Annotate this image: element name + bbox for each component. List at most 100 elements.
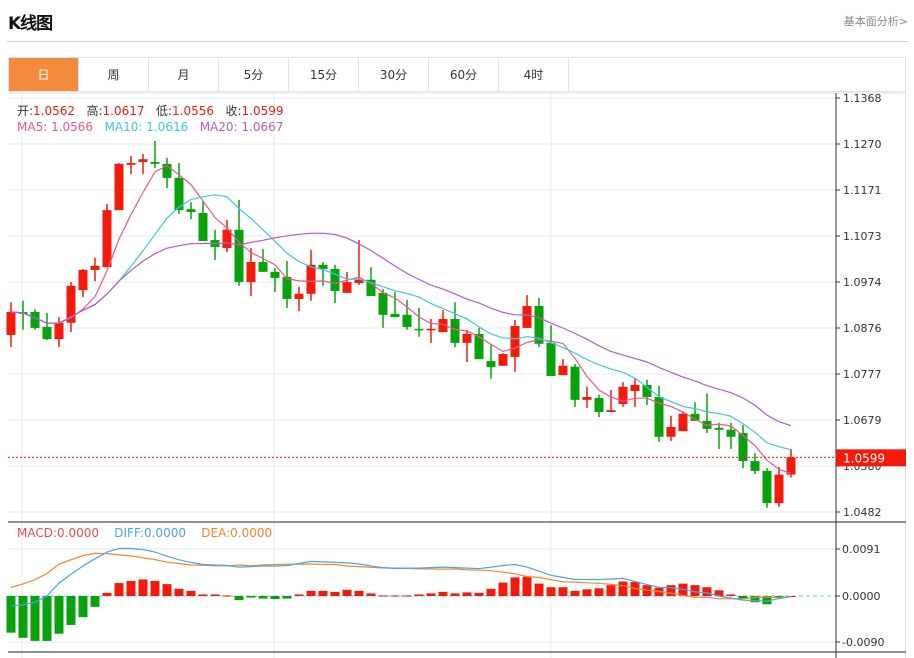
candle-up [426,328,436,331]
macd-bar-positive [570,590,580,596]
candle-up [522,305,532,328]
candle-down [450,319,460,343]
candle-up [678,413,688,432]
macd-bar-positive [726,594,736,596]
candle-up [666,426,676,437]
ma-readout: MA5: 1.0566 MA10: 1.0616 MA20: 1.0667 [17,120,283,134]
macd-bar-negative [42,596,52,641]
ma20-value: 1.0667 [241,120,284,134]
macd-bar-positive [150,581,160,596]
macd-bar-positive [198,594,208,596]
candle-up [246,262,256,283]
macd-bar-positive [690,585,700,596]
macd-bar-positive [354,590,364,596]
candle-down [762,470,772,504]
macd-bar-positive [486,588,496,596]
price-tick-label: 1.0974 [843,276,882,289]
candle-down [390,313,400,318]
candle-down [198,212,208,241]
macd-bar-negative [78,596,88,618]
macd-bar-positive [558,587,568,596]
macd-bar-positive [438,591,448,596]
macd-bar-positive [378,595,388,597]
price-tick-label: 1.1270 [843,138,882,151]
candle-down [186,209,196,213]
candle-down [282,276,292,299]
low-label: 低: [156,104,173,118]
kline-chart[interactable]: 1.1368 1.1270 1.1171 1.1073 1.0974 1.0876 1.07… [0,0,914,658]
price-tick-label: 1.0679 [843,414,882,427]
macd-bar-positive [114,583,124,596]
macd-bar-positive [186,590,196,596]
macd-bar-positive [222,595,232,597]
candle-down [726,429,736,437]
macd-bar-positive [450,593,460,596]
macd-bar-positive [102,592,112,596]
diff-label: DIFF: [114,526,144,540]
candle-down [414,328,424,331]
candle-down [30,312,40,328]
ohlc-readout: 开:1.0562 高:1.0617 低:1.0556 收:1.0599 [17,102,284,119]
candle-up [342,282,352,293]
macd-bar-positive [498,582,508,596]
candle-up [774,474,784,504]
candle-up [606,410,616,413]
macd-bar-negative [54,596,64,634]
macd-bar-positive [426,593,436,596]
macd-bar-negative [234,596,244,601]
dea-value: 0.0000 [230,526,273,540]
macd-bar-positive [702,587,712,596]
macd-bar-negative [270,596,280,600]
candle-up [582,397,592,400]
price-tick-label: 1.0777 [843,368,882,381]
candle-down [258,262,268,272]
candle-down [402,314,412,327]
macd-bar-positive [366,593,376,596]
candle-up [630,384,640,391]
macd-bar-positive [618,581,628,596]
macd-bar-positive [582,589,592,596]
candle-down [570,366,580,400]
candle-up [558,365,568,376]
macd-tick-label: -0.0090 [842,636,884,649]
macd-bar-positive [306,590,316,596]
macd-tick-label: 0.0091 [842,543,881,556]
macd-bar-positive [606,585,616,596]
candle-down [738,433,748,462]
candle-down [474,333,484,360]
candle-down [714,427,724,430]
price-tick-label: 1.0482 [843,506,882,519]
macd-bar-positive [402,595,412,597]
candle-down [378,292,388,315]
close-value: 1.0599 [241,104,284,118]
macd-bar-positive [126,581,136,596]
candle-up [114,163,124,211]
macd-bar-positive [318,590,328,596]
macd-readout: MACD:0.0000 DIFF:0.0000 DEA:0.0000 [17,526,272,540]
macd-bar-negative [90,596,100,607]
macd-bar-negative [246,596,256,598]
macd-bar-positive [390,595,400,597]
candle-up [138,159,148,163]
last-price-label: 1.0599 [843,451,885,465]
macd-bar-positive [474,592,484,596]
ma10-label: MA10: [104,120,143,134]
high-label: 高: [86,104,103,118]
macd-bar-positive [414,594,424,596]
candle-up [510,326,520,357]
macd-bar-positive [210,594,220,596]
candle-down [546,342,556,377]
ma20-label: MA20: [199,120,238,134]
diff-value: 0.0000 [143,526,186,540]
price-tick-label: 1.0876 [843,322,882,335]
price-tick-label: 1.1171 [843,184,882,197]
macd-bar-positive [546,587,556,596]
macd-bar-positive [138,579,148,596]
ma10-value: 1.0616 [146,120,189,134]
low-value: 1.0556 [172,104,215,118]
ma20-line [10,232,792,427]
macd-bar-positive [522,576,532,596]
candle-up [78,269,88,291]
macd-bar-positive [162,584,172,596]
candle-up [294,293,304,299]
